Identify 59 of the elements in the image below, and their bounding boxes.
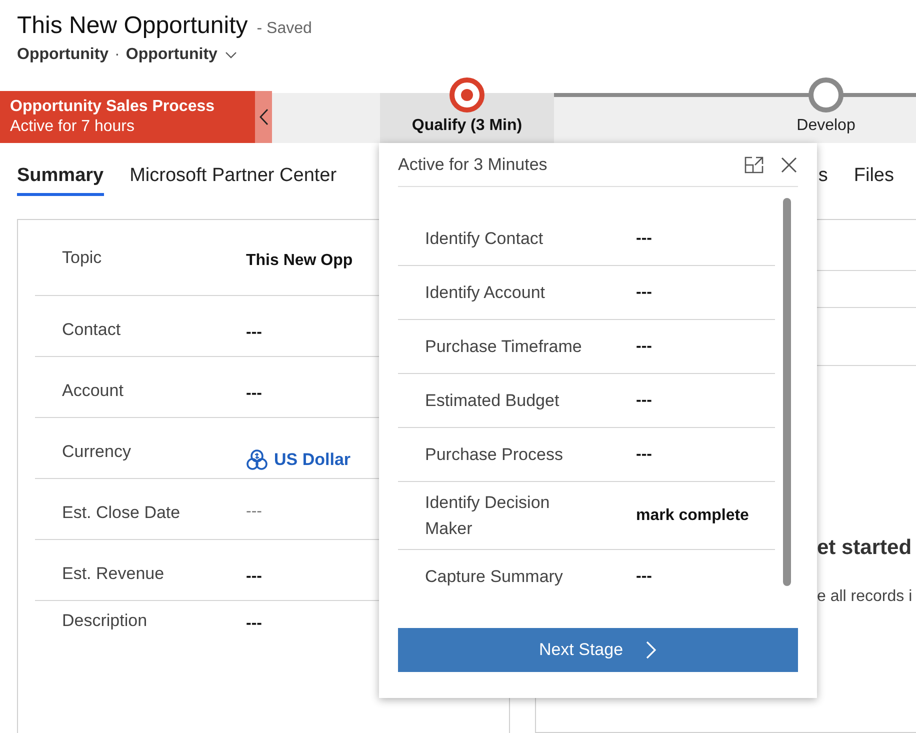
field-value: This New Opp (246, 252, 353, 271)
tab[interactable]: Microsoft Partner Center (130, 165, 337, 196)
process-stage[interactable]: Qualify (3 Min) (380, 77, 554, 143)
circle-icon (808, 77, 844, 113)
step-label: Identify Account (425, 282, 546, 304)
stage-label: Develop (796, 117, 856, 135)
field-label: Topic (61, 248, 103, 269)
chevron-right-icon (645, 640, 658, 660)
tab[interactable]: Files (854, 165, 894, 196)
step-label: Estimated Budget (425, 390, 560, 412)
step-label: Capture Summary (425, 566, 564, 588)
step-label: Identify Contact (425, 228, 544, 250)
expand-icon (744, 156, 764, 174)
step-value: --- (636, 338, 652, 356)
process-duration: Active for 7 hours (10, 118, 136, 136)
step-value: --- (636, 568, 652, 586)
process-stage[interactable]: Develop (739, 77, 913, 143)
field-label: Est. Close Date (61, 503, 182, 524)
step-value: --- (636, 284, 652, 302)
field-label: Currency (61, 442, 132, 463)
field-value: --- (246, 324, 262, 343)
step-label: Identify Decision Maker (425, 492, 551, 540)
collapse-button[interactable] (255, 91, 272, 143)
save-status: - Saved (256, 20, 312, 38)
field-value: --- (246, 385, 262, 404)
chevron-down-icon (225, 51, 238, 59)
scrollbar[interactable] (783, 198, 791, 586)
stage-label: Qualify (3 Min) (412, 117, 522, 135)
timeline-text: e all records i (817, 588, 914, 606)
step-value: mark complete (636, 506, 749, 524)
field-label: Contact (61, 320, 122, 341)
tab[interactable]: s (818, 165, 828, 196)
expand-button[interactable] (744, 156, 764, 174)
process-name: Opportunity Sales Process (10, 98, 216, 116)
record-title: This New Opportunity (17, 12, 248, 40)
field-value: --- (246, 615, 262, 634)
step-value: --- (636, 230, 652, 248)
target-icon (449, 77, 485, 113)
currency-link[interactable]: US Dollar (246, 442, 351, 478)
field-value: --- (246, 503, 262, 522)
close-button[interactable] (780, 156, 798, 174)
step-label: Purchase Process (425, 444, 564, 466)
field-label: Account (61, 381, 124, 402)
next-stage-button[interactable]: Next Stage (398, 628, 798, 672)
step-label: Purchase Timeframe (425, 336, 583, 358)
close-icon (780, 156, 798, 174)
field-label: Est. Revenue (61, 564, 166, 585)
form-selector[interactable]: Opportunity (126, 46, 238, 64)
tab[interactable]: Summary (17, 165, 104, 196)
coins-icon (246, 449, 268, 471)
field-label: Description (61, 611, 148, 632)
separator-dot: · (114, 46, 120, 64)
step-value: --- (636, 446, 652, 464)
field-value: --- (246, 568, 262, 587)
timeline-heading: et started (817, 536, 913, 560)
step-value: --- (636, 392, 652, 410)
flyout-title: Active for 3 Minutes (398, 154, 548, 174)
entity-name: Opportunity (17, 46, 109, 64)
chevron-left-icon (258, 108, 268, 126)
